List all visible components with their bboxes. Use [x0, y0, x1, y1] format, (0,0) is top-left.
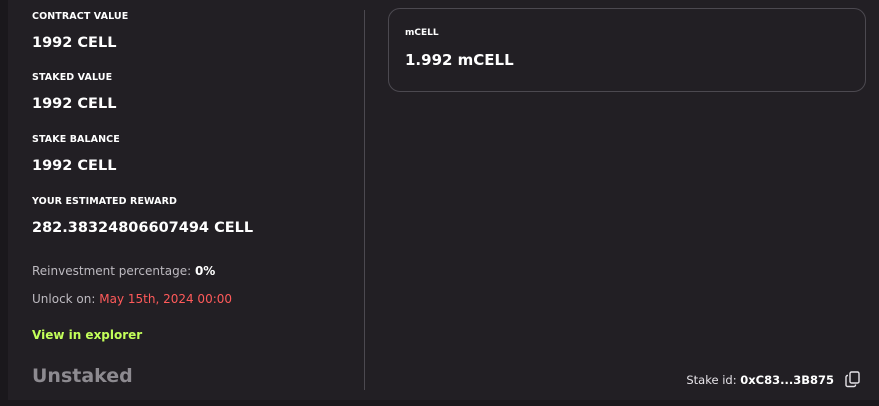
copy-icon[interactable] [844, 370, 862, 388]
estimated-reward-label: YOUR ESTIMATED REWARD [32, 196, 178, 207]
contract-value: 1992 CELL [32, 35, 117, 51]
stake-id-label: Stake id: [686, 373, 737, 387]
staked-value: 1992 CELL [32, 96, 117, 112]
reinvestment-row: Reinvestment percentage: 0% [32, 264, 215, 278]
stake-balance: 1992 CELL [32, 158, 117, 174]
staked-value-label: STAKED VALUE [32, 72, 113, 83]
contract-value-label: CONTRACT VALUE [32, 11, 129, 22]
unlock-date: May 15th, 2024 00:00 [99, 292, 233, 306]
mcell-card: mCELL 1.992 mCELL [388, 8, 866, 92]
reinvestment-label: Reinvestment percentage: [32, 264, 192, 278]
mcell-value: 1.992 mCELL [405, 51, 514, 69]
mcell-label: mCELL [405, 28, 439, 38]
unlock-label: Unlock on: [32, 292, 96, 306]
view-in-explorer-link[interactable]: View in explorer [32, 328, 142, 342]
unlock-row: Unlock on: May 15th, 2024 00:00 [32, 292, 232, 306]
stake-balance-label: STAKE BALANCE [32, 134, 120, 145]
reinvestment-value: 0% [194, 264, 216, 278]
stake-status: Unstaked [32, 365, 133, 387]
page-bottom-gap [0, 400, 879, 406]
stake-id: Stake id: 0xC83...3B875 [686, 373, 834, 387]
stake-details: CONTRACT VALUE 1992 CELL STAKED VALUE 19… [32, 0, 352, 400]
estimated-reward: 282.38324806607494 CELL [32, 220, 254, 236]
divider [364, 10, 365, 390]
stake-id-value: 0xC83...3B875 [740, 373, 834, 387]
